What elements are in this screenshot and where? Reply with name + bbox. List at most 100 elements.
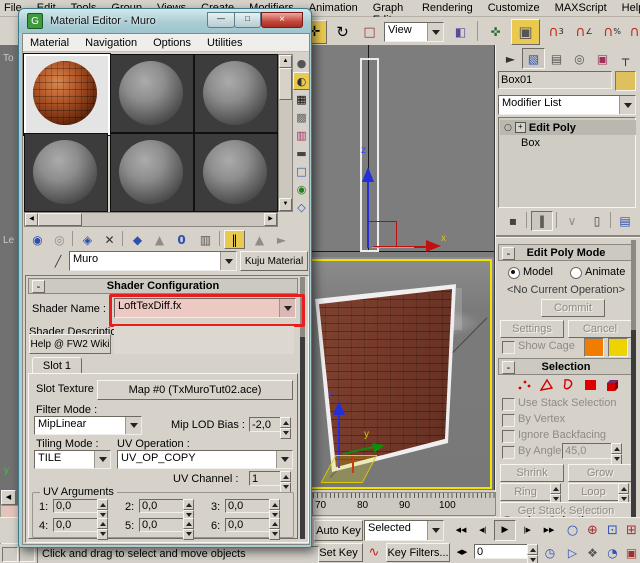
gizmo-z-axis[interactable] xyxy=(367,175,369,248)
uv-arg-spinner-4[interactable] xyxy=(97,518,108,533)
arc-rotate-icon[interactable]: ◔ xyxy=(602,543,623,563)
scrollbar-thumb[interactable] xyxy=(631,240,636,330)
timeline-scroll-left-icon[interactable]: ◀ xyxy=(1,490,16,505)
material-editor-dialog[interactable]: G Material Editor - Muro — □ × Material … xyxy=(18,8,312,548)
element-subobject-icon[interactable] xyxy=(604,377,621,393)
shrink-button[interactable]: Shrink xyxy=(500,464,564,482)
go-to-parent-icon[interactable]: ▲ xyxy=(249,230,270,249)
play-icon[interactable]: ▶ xyxy=(494,520,516,541)
use-stack-selection-checkbox[interactable] xyxy=(502,398,515,411)
angle-snap-icon[interactable]: ∩∠ xyxy=(571,20,597,44)
menu-utilities[interactable]: Utilities xyxy=(207,36,242,51)
left-viewport-strip[interactable]: To Le y ◀ xyxy=(0,45,20,519)
dialog-titlebar[interactable]: G Material Editor - Muro — □ × xyxy=(19,9,311,33)
ring-spinner[interactable] xyxy=(550,483,561,499)
select-and-rotate-icon[interactable]: ↻ xyxy=(330,20,355,44)
status-mini-button[interactable] xyxy=(19,547,35,562)
zoom-all-icon[interactable]: ⊕ xyxy=(582,519,603,541)
reset-map-icon[interactable]: ✕ xyxy=(99,230,120,249)
pin-stack-icon[interactable]: ▪ xyxy=(502,211,524,231)
select-and-manipulate-icon[interactable]: ✜ xyxy=(483,20,508,44)
status-mini-button[interactable] xyxy=(2,547,18,562)
maximize-viewport-icon[interactable]: ▣ xyxy=(622,543,640,563)
minimize-button[interactable]: — xyxy=(207,12,235,28)
chevron-down-icon[interactable] xyxy=(427,23,443,41)
menu-customize[interactable]: Customize xyxy=(488,1,540,16)
chevron-down-icon[interactable] xyxy=(220,252,236,270)
material-id-channel-icon[interactable]: 0 xyxy=(171,230,192,249)
sample-vertical-scrollbar[interactable]: ▲ ▼ xyxy=(278,54,293,212)
uv-arg-spinner-1[interactable] xyxy=(97,499,108,514)
material-slot-4[interactable] xyxy=(24,133,108,212)
stack-item-edit-poly[interactable]: ○ + Edit Poly xyxy=(500,120,636,135)
uv-arg-spinner-5[interactable] xyxy=(183,518,194,533)
backlight-icon[interactable]: ◐ xyxy=(293,72,310,90)
cancel-button[interactable]: Cancel xyxy=(568,320,632,338)
scrollbar-thumb[interactable] xyxy=(38,213,82,226)
rollout-shader-configuration[interactable]: - Shader Configuration xyxy=(28,278,298,294)
reference-coordinate-dropdown[interactable]: View xyxy=(384,22,444,42)
current-frame-field[interactable] xyxy=(474,544,530,559)
background-icon[interactable]: ▦ xyxy=(293,90,310,108)
chevron-down-icon[interactable] xyxy=(125,417,141,434)
command-panel-scrollbar[interactable] xyxy=(631,240,636,519)
show-end-result-icon[interactable]: ‖ xyxy=(531,211,553,231)
next-frame-icon[interactable]: |▶ xyxy=(516,520,538,541)
ring-button[interactable]: Ring xyxy=(500,483,551,501)
material-slot-1-selected[interactable] xyxy=(24,54,110,135)
set-key-button[interactable]: Set Key xyxy=(314,543,363,562)
stack-item-box[interactable]: Box xyxy=(521,137,631,151)
material-slot-3[interactable] xyxy=(194,54,278,133)
material-map-navigator-icon[interactable]: ◇ xyxy=(293,198,310,216)
configure-modifier-sets-icon[interactable]: ▤ xyxy=(614,211,636,231)
grow-button[interactable]: Grow xyxy=(568,464,632,482)
uv-operation-dropdown[interactable]: UV_OP_COPY xyxy=(117,450,293,469)
select-and-scale-icon[interactable]: □ xyxy=(357,20,382,44)
commit-button[interactable]: Commit xyxy=(541,299,605,317)
model-radio[interactable] xyxy=(508,267,520,279)
use-pivot-center-icon[interactable]: ◧ xyxy=(448,20,473,44)
selection-set-dropdown[interactable]: Selected xyxy=(364,520,444,541)
uv-arg-field-1[interactable] xyxy=(53,499,99,513)
timeline-ruler[interactable]: 70 80 90 100 xyxy=(312,492,496,516)
scroll-right-icon[interactable]: ▶ xyxy=(264,213,277,226)
scroll-left-icon[interactable]: ◀ xyxy=(25,213,38,226)
render-setup-icon[interactable]: ▣ xyxy=(511,19,540,45)
uv-arg-field-4[interactable] xyxy=(53,518,99,532)
select-by-material-icon[interactable]: ◉ xyxy=(293,180,310,198)
chevron-down-icon[interactable] xyxy=(279,299,295,317)
by-angle-field[interactable] xyxy=(562,443,612,459)
chevron-down-icon[interactable] xyxy=(427,521,443,540)
make-material-copy-icon[interactable]: ◆ xyxy=(127,230,148,249)
maximize-button[interactable]: □ xyxy=(234,12,261,28)
by-angle-spinner[interactable] xyxy=(611,443,622,460)
zoom-region-icon[interactable]: ○ xyxy=(562,519,583,541)
border-subobject-icon[interactable] xyxy=(560,377,577,393)
edge-subobject-icon[interactable] xyxy=(538,377,555,393)
ignore-backfacing-checkbox[interactable] xyxy=(502,430,515,443)
collapse-icon[interactable]: - xyxy=(32,280,45,293)
by-angle-checkbox[interactable] xyxy=(502,446,515,459)
modifier-list-dropdown[interactable]: Modifier List xyxy=(498,95,636,115)
polygon-subobject-icon[interactable] xyxy=(582,377,599,393)
settings-button[interactable]: Settings xyxy=(500,320,564,338)
menu-options[interactable]: Options xyxy=(153,36,191,51)
material-slot-5[interactable] xyxy=(110,133,194,212)
object-name-field[interactable] xyxy=(498,71,612,89)
menu-material[interactable]: Material xyxy=(30,36,69,51)
menu-rendering[interactable]: Rendering xyxy=(422,1,473,16)
go-to-start-icon[interactable]: ◀◀ xyxy=(450,520,472,541)
sample-type-icon[interactable]: ● xyxy=(293,54,310,72)
material-options-icon[interactable]: □ xyxy=(293,162,310,180)
sample-horizontal-scrollbar[interactable]: ◀ ▶ xyxy=(24,212,278,227)
make-unique-icon[interactable]: ∨ xyxy=(561,211,583,231)
by-vertex-checkbox[interactable] xyxy=(502,414,515,427)
menu-animation[interactable]: Animation xyxy=(309,1,358,16)
help-fw2-wiki-button[interactable]: Help @ FW2 Wiki xyxy=(29,334,111,354)
uv-channel-field[interactable] xyxy=(249,471,281,486)
close-button[interactable]: × xyxy=(261,12,303,28)
curve-editor-icon[interactable]: ∿ xyxy=(364,543,384,562)
zoom-extents-all-icon[interactable]: ⊞ xyxy=(622,519,640,541)
show-end-result-toggle-icon[interactable]: ‖ xyxy=(224,230,245,249)
show-cage-checkbox[interactable] xyxy=(502,341,515,354)
